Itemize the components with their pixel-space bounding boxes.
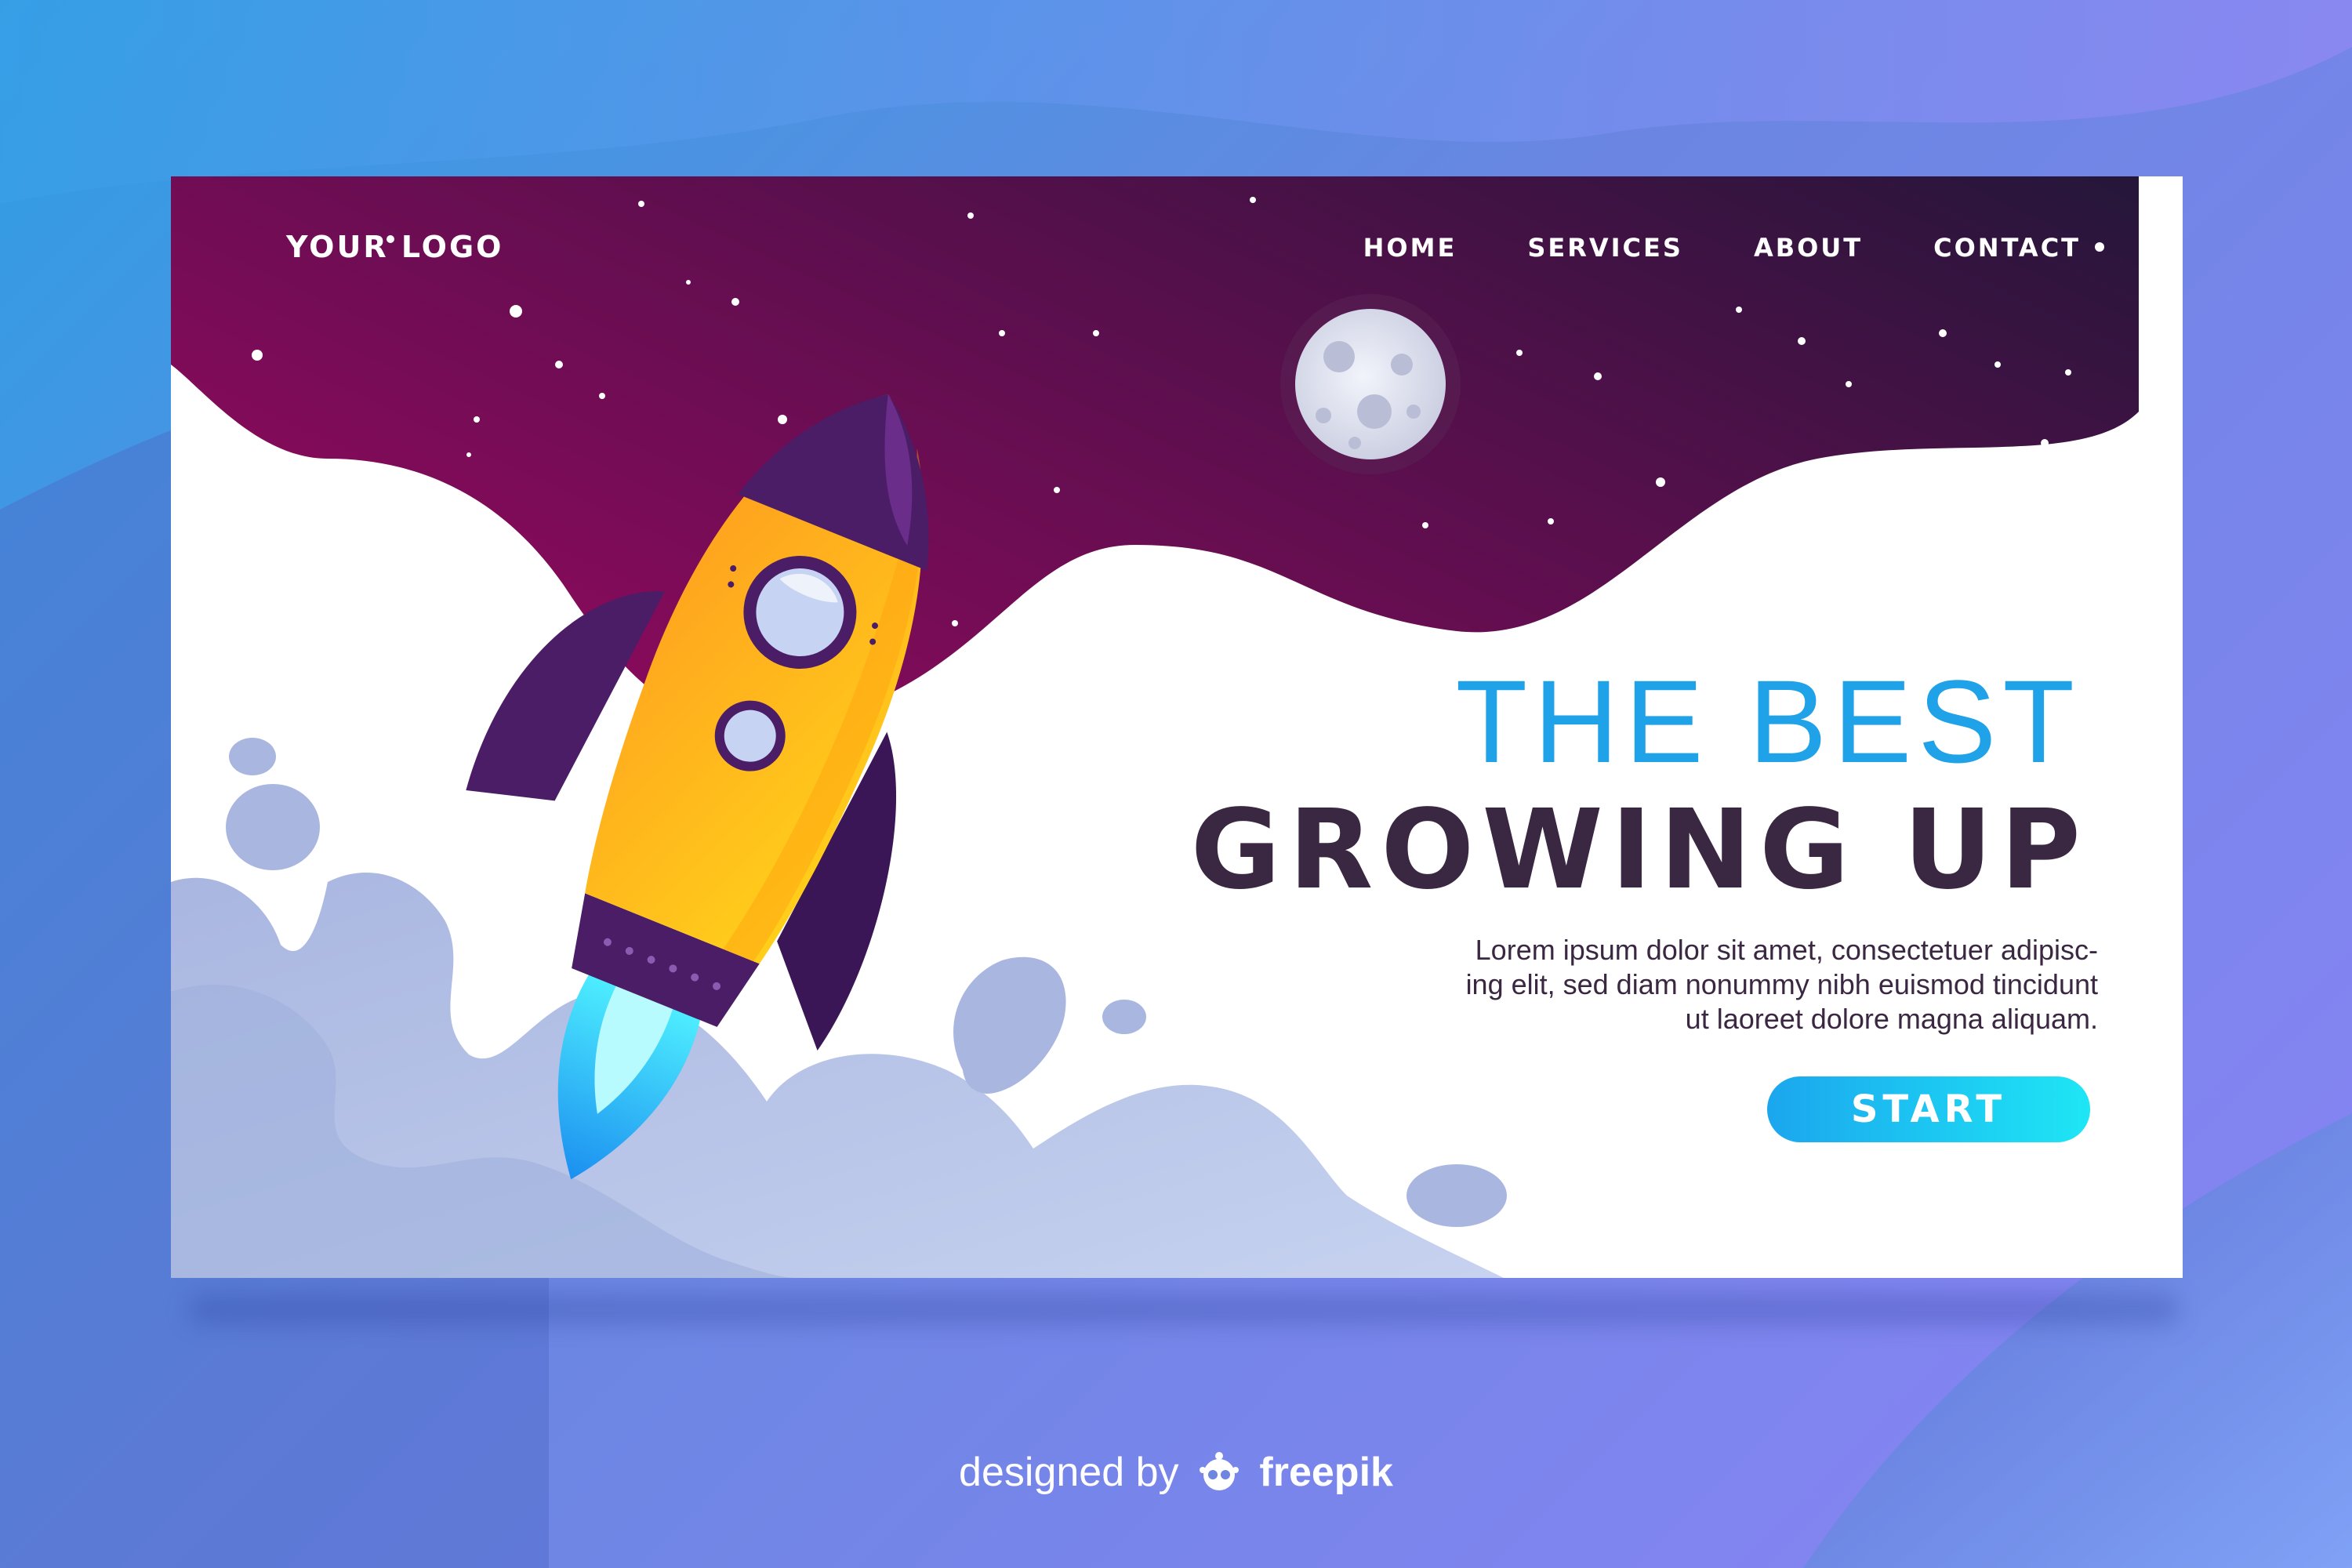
hero-description: Lorem ipsum dolor sit amet, consectetuer… bbox=[1408, 933, 2098, 1036]
nav-home[interactable]: HOME bbox=[1363, 233, 1457, 263]
hero-title-line1: THE BEST bbox=[1455, 655, 2081, 787]
nav-contact[interactable]: CONTACT bbox=[1933, 233, 2081, 263]
freepik-mascot-icon bbox=[1199, 1452, 1239, 1490]
landing-card: YOUR LOGO HOME SERVICES ABOUT CONTACT TH… bbox=[171, 176, 2183, 1278]
hero-description-line: ut laoreet dolore magna aliquam. bbox=[1685, 1003, 2098, 1035]
credit-brand[interactable]: freepik bbox=[1259, 1450, 1393, 1495]
designer-credit: designed by freepik bbox=[0, 1446, 2352, 1496]
moon-icon bbox=[1280, 294, 1461, 474]
credit-prefix: designed by bbox=[959, 1450, 1179, 1495]
start-button[interactable]: START bbox=[1767, 1076, 2090, 1142]
hero-title-line2: GROWING UP bbox=[1190, 786, 2089, 914]
main-nav: HOME SERVICES ABOUT CONTACT bbox=[1293, 233, 2081, 263]
nav-services[interactable]: SERVICES bbox=[1527, 233, 1683, 263]
nav-about[interactable]: ABOUT bbox=[1754, 233, 1863, 263]
hero-description-line: Lorem ipsum dolor sit amet, consectetuer… bbox=[1475, 934, 2098, 966]
brand-logo[interactable]: YOUR LOGO bbox=[286, 230, 503, 264]
card-shadow bbox=[188, 1294, 2180, 1325]
hero-description-line: ing elit, sed diam nonummy nibh euismod … bbox=[1465, 968, 2098, 1000]
